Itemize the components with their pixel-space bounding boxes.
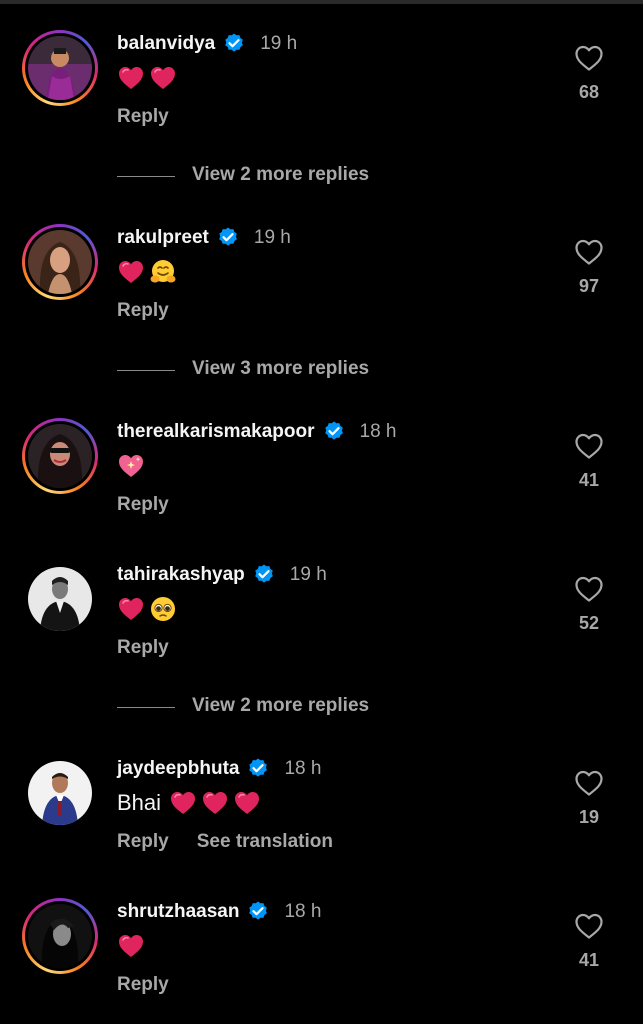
view-more-replies-label[interactable]: View 3 more replies [192, 358, 369, 380]
avatar-story-ring[interactable] [22, 898, 98, 974]
like-count: 52 [578, 613, 600, 633]
view-more-replies[interactable]: View 2 more replies [0, 693, 643, 723]
comment-item: balanvidya 19 h Reply 68 [0, 30, 643, 140]
verified-badge-icon [249, 758, 268, 777]
heart-outline-icon[interactable] [574, 238, 604, 266]
comment-text [117, 62, 181, 94]
avatar [28, 36, 92, 100]
top-divider [0, 0, 643, 4]
avatar [28, 424, 92, 488]
heart-outline-icon[interactable] [574, 575, 604, 603]
reply-button[interactable]: Reply [117, 494, 169, 516]
heart-outline-icon[interactable] [574, 912, 604, 940]
comment-text [117, 930, 149, 962]
username[interactable]: balanvidya [117, 33, 215, 55]
red-heart-emoji-icon [119, 67, 143, 89]
like-count: 41 [578, 470, 600, 490]
view-more-replies-label[interactable]: View 2 more replies [192, 164, 369, 186]
verified-badge-icon [219, 227, 237, 246]
timestamp: 18 h [284, 758, 322, 779]
comment-text [117, 593, 181, 625]
username[interactable]: jaydeepbhuta [117, 758, 239, 780]
red-heart-emoji-icon [119, 935, 143, 957]
avatar [28, 230, 92, 294]
like-count: 19 [578, 807, 600, 827]
verified-badge-icon [324, 421, 343, 440]
avatar-story-ring[interactable] [22, 224, 98, 300]
reply-button[interactable]: Reply [117, 831, 169, 853]
pleading-face-emoji-icon [151, 597, 175, 621]
verified-badge-icon [249, 901, 268, 920]
sparkling-heart-emoji-icon [119, 455, 143, 477]
red-heart-emoji-icon [171, 792, 196, 814]
like-count: 97 [578, 276, 600, 296]
divider-line [117, 176, 175, 177]
reply-button[interactable]: Reply [117, 974, 169, 996]
timestamp: 18 h [359, 421, 397, 442]
timestamp: 19 h [289, 564, 327, 585]
view-more-replies-label[interactable]: View 2 more replies [192, 695, 369, 717]
avatar[interactable] [28, 567, 92, 631]
divider-line [117, 370, 175, 371]
avatar-story-ring[interactable] [22, 30, 98, 106]
avatar[interactable] [28, 761, 92, 825]
hugging-face-emoji-icon [150, 260, 176, 283]
avatar [28, 904, 92, 968]
timestamp: 18 h [284, 901, 322, 922]
heart-outline-icon[interactable] [574, 432, 604, 460]
comment-item: jaydeepbhuta 18 h Bhai Reply See transla… [0, 755, 643, 865]
timestamp: 19 h [253, 227, 291, 248]
comment-text [117, 256, 181, 288]
comment-item: shrutzhaasan 18 h Reply 41 [0, 898, 643, 1008]
heart-outline-icon[interactable] [574, 769, 604, 797]
like-count: 41 [578, 950, 600, 970]
red-heart-emoji-icon [119, 598, 143, 620]
view-more-replies[interactable]: View 2 more replies [0, 162, 643, 192]
comment-item: tahirakashyap 19 h Reply 52 [0, 561, 643, 671]
red-heart-emoji-icon [235, 792, 260, 814]
see-translation-button[interactable]: See translation [197, 831, 333, 853]
divider-line [117, 707, 175, 708]
username[interactable]: tahirakashyap [117, 564, 245, 586]
comment-item: therealkarismakapoor 18 h Reply 41 [0, 418, 643, 528]
reply-button[interactable]: Reply [117, 637, 169, 659]
verified-badge-icon [254, 564, 273, 583]
red-heart-emoji-icon [203, 792, 228, 814]
timestamp: 19 h [260, 33, 298, 54]
comment-text-content: Bhai [117, 790, 162, 815]
avatar-story-ring[interactable] [22, 418, 98, 494]
red-heart-emoji-icon [119, 261, 143, 283]
like-count: 68 [578, 82, 600, 102]
reply-button[interactable]: Reply [117, 106, 169, 128]
comment-item: rakulpreet 19 h Reply 97 [0, 224, 643, 334]
view-more-replies[interactable]: View 3 more replies [0, 356, 643, 386]
comment-text: Bhai [117, 787, 265, 819]
username[interactable]: therealkarismakapoor [117, 421, 315, 443]
comment-text [117, 450, 149, 482]
verified-badge-icon [225, 33, 244, 52]
red-heart-emoji-icon [151, 67, 175, 89]
username[interactable]: shrutzhaasan [117, 901, 239, 923]
username[interactable]: rakulpreet [117, 227, 209, 249]
reply-button[interactable]: Reply [117, 300, 169, 322]
heart-outline-icon[interactable] [574, 44, 604, 72]
